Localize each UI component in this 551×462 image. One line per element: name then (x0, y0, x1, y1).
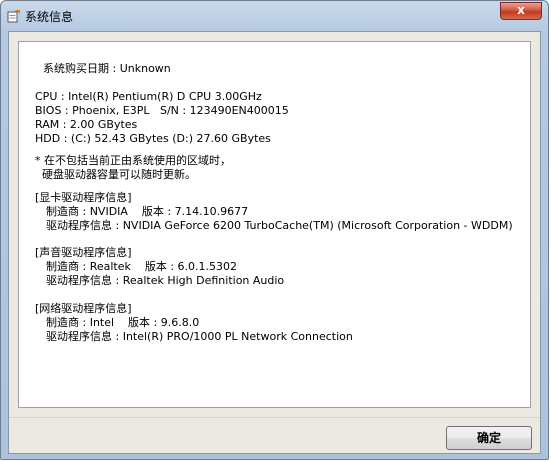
video-driver-header: [显卡驱动程序信息] (35, 191, 132, 204)
close-button[interactable]: x (500, 2, 542, 20)
hdd-text: HDD : (C:) 52.43 GBytes (D:) 27.60 GByte… (35, 132, 271, 145)
footer-divider (9, 417, 540, 418)
capacity-note-line-1: * 在不包括当前正由系统使用的区域时， (35, 154, 231, 167)
info-panel: 系统购买日期 : Unknown CPU : Intel(R) Pentium(… (18, 41, 531, 408)
capacity-note-line-2: 硬盘驱动器容量可以随时更新。 (35, 168, 196, 181)
bios-text: BIOS : Phoenix, E3PL S/N : 123490EN40001… (35, 104, 289, 117)
system-info-window: 系统信息 x 系统购买日期 : Unknown CPU : Intel(R) P… (0, 0, 549, 460)
system-info-icon (7, 9, 21, 23)
purchase-date-text: 系统购买日期 : Unknown (43, 62, 171, 75)
title-bar[interactable]: 系统信息 x (1, 1, 548, 29)
network-driver-header: [网络驱动程序信息] (35, 302, 132, 315)
video-driver-info: 驱动程序信息 : NVIDIA GeForce 6200 TurboCache(… (46, 219, 513, 232)
window-client-area: 系统购买日期 : Unknown CPU : Intel(R) Pentium(… (8, 31, 541, 454)
network-driver-info: 驱动程序信息 : Intel(R) PRO/1000 PL Network Co… (46, 330, 353, 343)
window-title: 系统信息 (25, 10, 74, 24)
cpu-text: CPU : Intel(R) Pentium(R) D CPU 3.00GHz (35, 90, 262, 103)
audio-driver-header: [声音驱动程序信息] (35, 246, 132, 259)
audio-driver-info: 驱动程序信息 : Realtek High Definition Audio (46, 274, 285, 287)
ok-button[interactable]: 确定 (446, 426, 532, 450)
video-driver-maker: 制造商 : NVIDIA 版本 : 7.14.10.9677 (46, 205, 249, 218)
audio-driver-maker: 制造商 : Realtek 版本 : 6.0.1.5302 (46, 260, 238, 273)
network-driver-maker: 制造商 : Intel 版本 : 9.6.8.0 (46, 316, 200, 329)
ram-text: RAM : 2.00 GBytes (35, 118, 138, 131)
